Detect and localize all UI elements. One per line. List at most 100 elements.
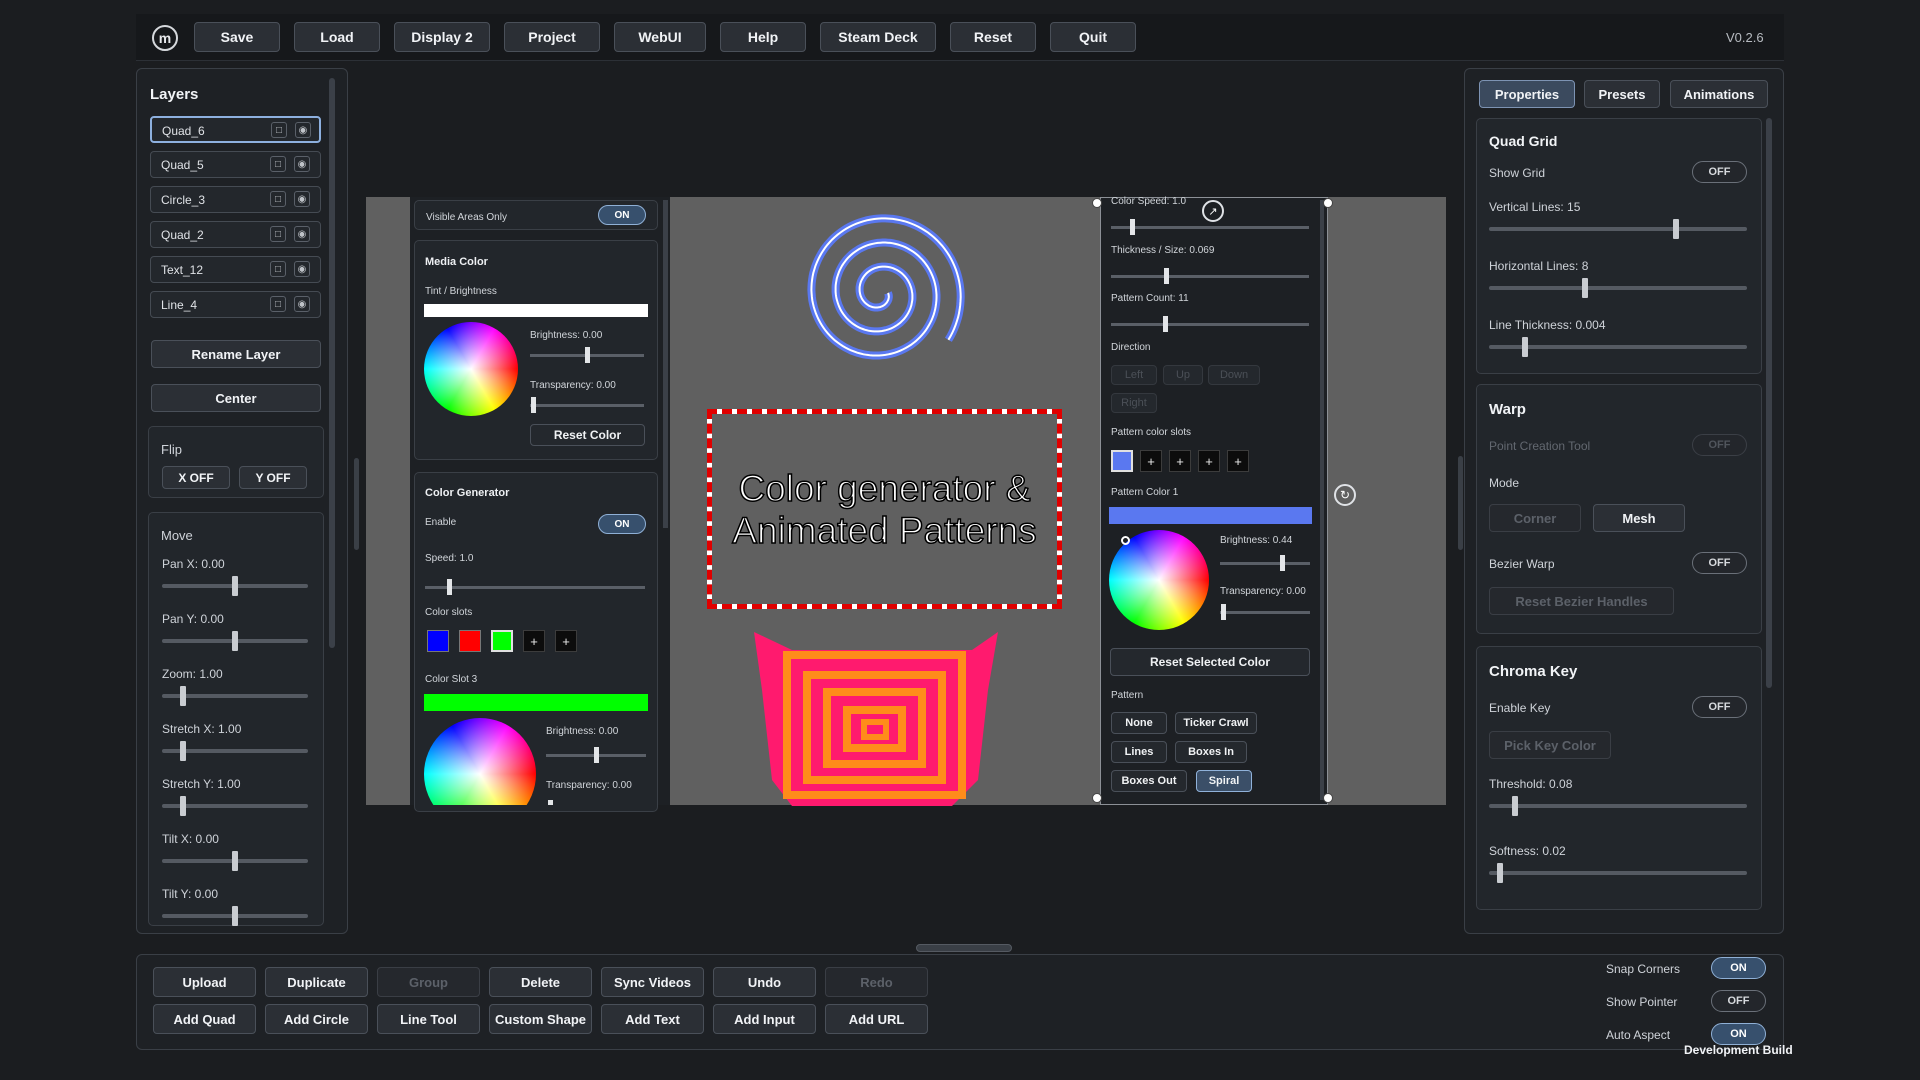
speed-thumb[interactable] (447, 579, 452, 595)
pattern-lines-button[interactable]: Lines (1111, 741, 1167, 763)
pattern-count-thumb[interactable] (1163, 316, 1168, 332)
lock-icon[interactable]: □ (271, 122, 287, 138)
reset-color-button[interactable]: Reset Color (530, 424, 645, 446)
resize-handle[interactable] (1092, 198, 1102, 208)
point-creation-toggle[interactable]: OFF (1692, 434, 1747, 456)
pattern-spiral-button[interactable]: Spiral (1196, 770, 1252, 792)
flip-x-button[interactable]: X OFF (162, 466, 230, 489)
group-button[interactable]: Group (377, 967, 480, 997)
redo-button[interactable]: Redo (825, 967, 928, 997)
lock-icon[interactable]: □ (270, 296, 286, 312)
upload-button[interactable]: Upload (153, 967, 256, 997)
pattern-boxes-out-button[interactable]: Boxes Out (1111, 770, 1187, 792)
properties-scrollbar[interactable] (1766, 118, 1772, 688)
auto-aspect-toggle[interactable]: ON (1711, 1023, 1766, 1045)
scale-handle-icon[interactable]: ↗ (1202, 200, 1224, 222)
color-slot-red[interactable] (459, 630, 481, 652)
pattern-ticker-crawl-button[interactable]: Ticker Crawl (1175, 712, 1257, 734)
lock-icon[interactable]: □ (270, 226, 286, 242)
pattern-none-button[interactable]: None (1111, 712, 1167, 734)
center-button[interactable]: Center (151, 384, 321, 412)
dir-right-button[interactable]: Right (1111, 393, 1157, 413)
duplicate-button[interactable]: Duplicate (265, 967, 368, 997)
tab-properties[interactable]: Properties (1479, 80, 1575, 108)
line-tool-button[interactable]: Line Tool (377, 1004, 480, 1034)
project-button[interactable]: Project (504, 22, 600, 52)
visible-areas-toggle[interactable]: ON (598, 205, 646, 225)
rotate-handle-icon[interactable]: ↻ (1334, 484, 1356, 506)
eye-icon[interactable]: ◉ (294, 156, 310, 172)
layer-item[interactable]: Text_12 □ ◉ (150, 256, 321, 283)
flip-y-button[interactable]: Y OFF (239, 466, 307, 489)
layers-scrollbar[interactable] (329, 78, 335, 648)
pattern-color-wheel[interactable] (1109, 530, 1209, 630)
chroma-thumb[interactable] (1496, 863, 1503, 883)
pattern-transparency-thumb[interactable] (1221, 604, 1226, 620)
add-pattern-slot-icon[interactable]: + (1198, 450, 1220, 472)
undo-button[interactable]: Undo (713, 967, 816, 997)
color-slot-3-bar[interactable] (424, 694, 648, 711)
pattern-brightness-thumb[interactable] (1280, 555, 1285, 571)
thickness-thumb[interactable] (1164, 268, 1169, 284)
save-button[interactable]: Save (194, 22, 280, 52)
pattern-transparency-slider[interactable] (1220, 611, 1310, 614)
move-thumb[interactable] (180, 686, 187, 706)
move-thumb[interactable] (180, 796, 187, 816)
speed-slider[interactable] (425, 586, 645, 589)
delete-button[interactable]: Delete (489, 967, 592, 997)
pick-key-color-button[interactable]: Pick Key Color (1489, 731, 1611, 759)
resize-handle[interactable] (1323, 198, 1333, 208)
layer-item[interactable]: Line_4 □ ◉ (150, 291, 321, 318)
add-url-button[interactable]: Add URL (825, 1004, 928, 1034)
media-panel-scrollbar[interactable] (663, 200, 668, 528)
add-pattern-slot-icon[interactable]: + (1140, 450, 1162, 472)
chroma-slider[interactable] (1489, 804, 1747, 808)
rename-layer-button[interactable]: Rename Layer (151, 340, 321, 368)
display-2-button[interactable]: Display 2 (394, 22, 490, 52)
sync-videos-button[interactable]: Sync Videos (601, 967, 704, 997)
eye-icon[interactable]: ◉ (294, 191, 310, 207)
quad-grid-slider[interactable] (1489, 286, 1747, 290)
move-thumb[interactable] (180, 741, 187, 761)
add-circle-button[interactable]: Add Circle (265, 1004, 368, 1034)
pattern-color-bar[interactable] (1109, 507, 1312, 524)
reset-selected-color-button[interactable]: Reset Selected Color (1110, 648, 1310, 676)
pattern-boxes-in-button[interactable]: Boxes In (1175, 741, 1247, 763)
add-input-button[interactable]: Add Input (713, 1004, 816, 1034)
move-thumb[interactable] (232, 851, 238, 871)
custom-shape-button[interactable]: Custom Shape (489, 1004, 592, 1034)
layer-item[interactable]: Quad_2 □ ◉ (150, 221, 321, 248)
color-speed-slider[interactable] (1111, 226, 1309, 229)
color-slot-blue[interactable] (427, 630, 449, 652)
media-color-wheel[interactable] (424, 322, 518, 416)
quad-grid-slider[interactable] (1489, 227, 1747, 231)
media-transparency-slider[interactable] (530, 404, 644, 407)
webui-button[interactable]: WebUI (614, 22, 706, 52)
media-brightness-thumb[interactable] (585, 347, 590, 363)
reset-bezier-button[interactable]: Reset Bezier Handles (1489, 587, 1674, 615)
steam-deck-button[interactable]: Steam Deck (820, 22, 936, 52)
resize-handle[interactable] (1323, 793, 1333, 803)
resize-handle[interactable] (1092, 793, 1102, 803)
slot-color-wheel[interactable] (424, 718, 536, 805)
snap-corners-toggle[interactable]: ON (1711, 957, 1766, 979)
layer-item[interactable]: Circle_3 □ ◉ (150, 186, 321, 213)
bottom-splitter[interactable] (916, 944, 1012, 952)
tab-presets[interactable]: Presets (1584, 80, 1660, 108)
load-button[interactable]: Load (294, 22, 380, 52)
color-gen-enable-toggle[interactable]: ON (598, 514, 646, 534)
mode-corner-button[interactable]: Corner (1489, 504, 1581, 532)
dir-left-button[interactable]: Left (1111, 365, 1157, 385)
pattern-panel-scrollbar[interactable] (1320, 200, 1324, 800)
color-slot-green[interactable] (491, 630, 513, 652)
pattern-brightness-slider[interactable] (1220, 562, 1310, 565)
dir-up-button[interactable]: Up (1163, 365, 1203, 385)
move-thumb[interactable] (232, 906, 238, 926)
pattern-slot-blue[interactable] (1111, 450, 1133, 472)
quad-grid-thumb[interactable] (1672, 219, 1679, 239)
color-speed-thumb[interactable] (1130, 219, 1135, 235)
pattern-count-slider[interactable] (1111, 323, 1309, 326)
add-text-button[interactable]: Add Text (601, 1004, 704, 1034)
eye-icon[interactable]: ◉ (295, 122, 311, 138)
right-splitter[interactable] (1458, 456, 1463, 550)
